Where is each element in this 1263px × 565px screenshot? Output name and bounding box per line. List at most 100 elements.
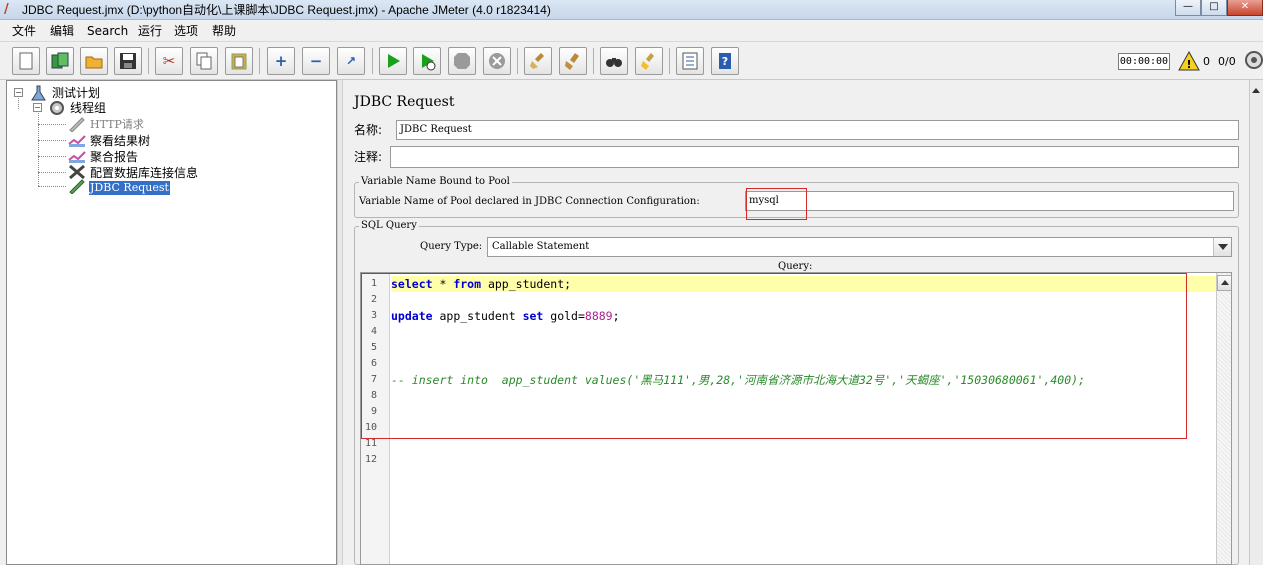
play-no-timer-icon bbox=[414, 48, 440, 74]
test-plan-tree: − 测试计划 − 线程组 HTTP请求 察看结果树 聚合报告 配置数据库连接信息… bbox=[6, 80, 337, 565]
broom-all-icon bbox=[560, 48, 586, 74]
comment-field[interactable] bbox=[390, 146, 1239, 168]
tree-connector bbox=[18, 98, 19, 109]
line-number: 10 bbox=[364, 422, 377, 433]
menu-help[interactable]: 帮助 bbox=[212, 24, 236, 38]
line-number: 6 bbox=[370, 358, 377, 369]
stop-octagon-icon bbox=[449, 48, 475, 74]
help-book-icon: ? bbox=[712, 48, 738, 74]
reset-broom-icon bbox=[636, 48, 662, 74]
templates-icon bbox=[47, 48, 73, 74]
cut-button[interactable]: ✂ bbox=[155, 47, 183, 75]
open-button[interactable] bbox=[80, 47, 108, 75]
paste-button[interactable] bbox=[225, 47, 253, 75]
scroll-up-arrow-icon[interactable] bbox=[1251, 84, 1262, 98]
toolbar-separator bbox=[669, 48, 670, 74]
window-titlebar: / JDBC Request.jmx (D:\python自动化\上课脚本\JD… bbox=[0, 0, 1263, 20]
sql-keyword: from bbox=[453, 277, 482, 291]
start-no-pauses-button[interactable] bbox=[413, 47, 441, 75]
line-number: 4 bbox=[370, 326, 377, 337]
tree-node-test-plan[interactable]: 测试计划 bbox=[52, 86, 100, 100]
query-type-label: Query Type: bbox=[420, 241, 483, 252]
svg-text:!: ! bbox=[1186, 58, 1191, 71]
maximize-button[interactable]: □ bbox=[1201, 0, 1227, 16]
menu-bar: 文件 编辑 Search 运行 选项 帮助 bbox=[0, 20, 1263, 42]
panel-scrollbar[interactable] bbox=[1249, 80, 1263, 565]
tree-node-aggregate-report[interactable]: 聚合报告 bbox=[90, 150, 138, 164]
open-folder-icon bbox=[81, 48, 107, 74]
sql-text: gold= bbox=[543, 309, 585, 323]
templates-button[interactable] bbox=[46, 47, 74, 75]
line-number: 2 bbox=[370, 294, 377, 305]
minus-icon: − bbox=[309, 52, 323, 70]
new-button[interactable] bbox=[12, 47, 40, 75]
close-button[interactable]: ✕ bbox=[1227, 0, 1263, 16]
tree-node-thread-group[interactable]: 线程组 bbox=[70, 101, 106, 115]
pool-variable-field[interactable]: mysql bbox=[745, 191, 1234, 211]
function-helper-button[interactable] bbox=[676, 47, 704, 75]
expand-all-button[interactable]: + bbox=[267, 47, 295, 75]
binoculars-icon bbox=[601, 48, 627, 74]
reset-search-button[interactable] bbox=[635, 47, 663, 75]
scroll-up-arrow-icon[interactable] bbox=[1217, 275, 1231, 291]
collapse-all-button[interactable]: − bbox=[302, 47, 330, 75]
help-button[interactable]: ? bbox=[711, 47, 739, 75]
sql-query-editor[interactable]: 1 2 3 4 5 6 7 8 9 10 11 12 select * from… bbox=[360, 272, 1232, 565]
name-field[interactable]: JDBC Request bbox=[396, 120, 1239, 140]
line-number-gutter: 1 2 3 4 5 6 7 8 9 10 11 12 bbox=[361, 273, 390, 564]
menu-edit[interactable]: 编辑 bbox=[50, 24, 74, 38]
menu-run[interactable]: 运行 bbox=[138, 24, 162, 38]
code-line-7-comment[interactable]: -- insert into app_student values('黑马111… bbox=[391, 372, 1216, 388]
toggle-button[interactable]: ↗ bbox=[337, 47, 365, 75]
tree-node-jdbc-connection-config[interactable]: 配置数据库连接信息 bbox=[90, 166, 198, 180]
chevron-down-icon[interactable] bbox=[1213, 238, 1231, 256]
start-button[interactable] bbox=[379, 47, 407, 75]
save-button[interactable] bbox=[114, 47, 142, 75]
tree-connector bbox=[38, 186, 66, 187]
minimize-button[interactable]: — bbox=[1175, 0, 1201, 16]
toolbar-separator bbox=[593, 48, 594, 74]
tree-node-view-results-tree[interactable]: 察看结果树 bbox=[90, 134, 150, 148]
test-plan-icon bbox=[29, 85, 47, 101]
code-line-1[interactable]: select * from app_student; bbox=[391, 276, 1216, 292]
editor-scrollbar[interactable] bbox=[1216, 273, 1231, 564]
play-icon bbox=[380, 48, 406, 74]
line-number: 5 bbox=[370, 342, 377, 353]
aggregate-report-icon bbox=[68, 148, 86, 164]
collapse-thread-group-toggle[interactable]: − bbox=[33, 103, 42, 112]
clear-all-button[interactable] bbox=[559, 47, 587, 75]
clear-button[interactable] bbox=[524, 47, 552, 75]
collapse-test-plan-toggle[interactable]: − bbox=[14, 88, 23, 97]
query-type-select[interactable]: Callable Statement bbox=[487, 237, 1232, 257]
search-button[interactable] bbox=[600, 47, 628, 75]
warning-icon[interactable]: ! bbox=[1178, 50, 1200, 71]
sql-text: app_student; bbox=[481, 277, 572, 291]
remote-status-icon bbox=[1244, 50, 1263, 70]
save-disk-icon bbox=[115, 48, 141, 74]
tree-node-http-request[interactable]: HTTP请求 bbox=[90, 118, 144, 132]
list-icon bbox=[677, 48, 703, 74]
error-count: 0 bbox=[1203, 55, 1210, 68]
shutdown-icon bbox=[484, 48, 510, 74]
menu-file[interactable]: 文件 bbox=[12, 24, 36, 38]
line-number: 7 bbox=[370, 374, 377, 385]
sql-group-title: SQL Query bbox=[359, 220, 419, 232]
menu-options[interactable]: 选项 bbox=[174, 24, 198, 38]
code-line-3[interactable]: update app_student set gold=8889; bbox=[391, 308, 1216, 324]
shutdown-button[interactable] bbox=[483, 47, 511, 75]
jmeter-feather-icon: / bbox=[4, 2, 9, 17]
copy-button[interactable] bbox=[190, 47, 218, 75]
new-file-icon bbox=[13, 48, 39, 74]
stop-button[interactable] bbox=[448, 47, 476, 75]
sql-text: app_student bbox=[432, 309, 523, 323]
split-pane-divider[interactable] bbox=[337, 80, 343, 565]
line-number: 9 bbox=[370, 406, 377, 417]
broom-icon bbox=[525, 48, 551, 74]
pool-name-label: Variable Name of Pool declared in JDBC C… bbox=[359, 196, 700, 207]
active-thread-count: 0/0 bbox=[1218, 55, 1236, 68]
menu-search[interactable]: Search bbox=[87, 24, 128, 38]
scissors-icon: ✂ bbox=[162, 52, 176, 70]
results-tree-icon bbox=[68, 132, 86, 148]
tree-node-jdbc-request[interactable]: JDBC Request bbox=[89, 181, 170, 195]
toolbar-separator bbox=[517, 48, 518, 74]
